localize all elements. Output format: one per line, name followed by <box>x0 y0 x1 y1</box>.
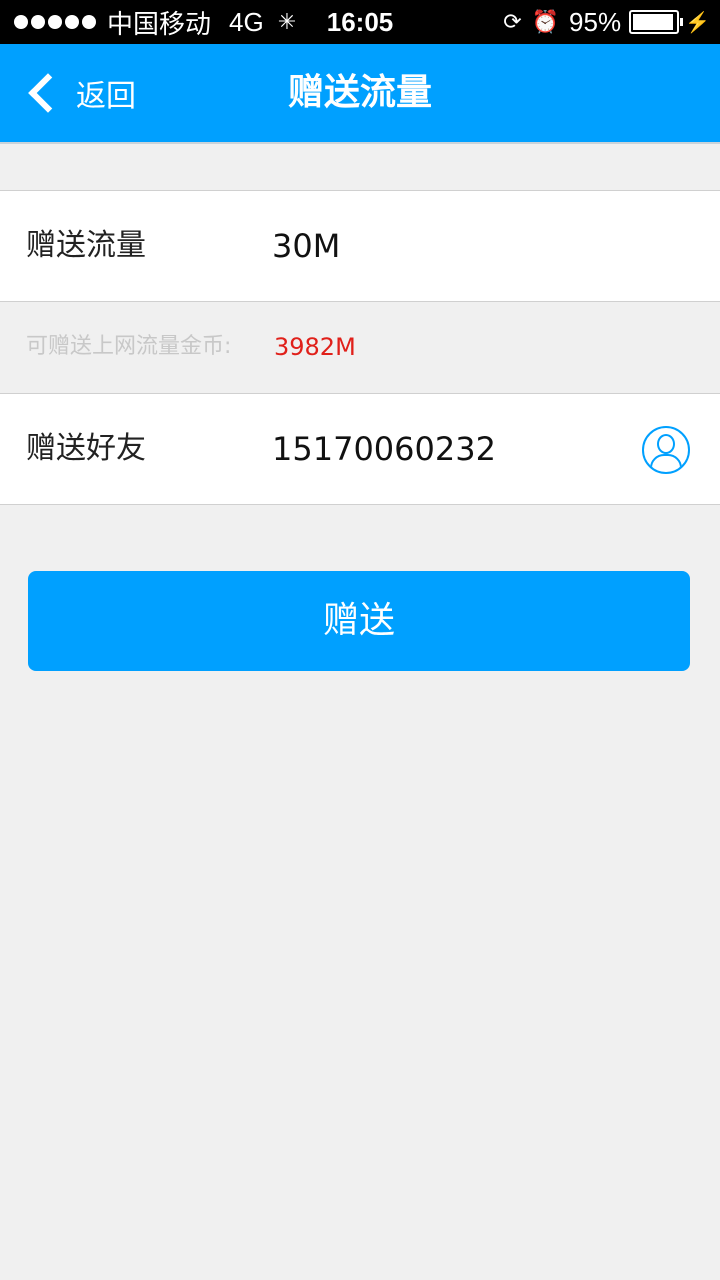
status-bar: 中国移动 4G ✳ 16:05 ⟳ ⏰ 95% ⚡ <box>0 0 720 44</box>
signal-dots-icon <box>14 15 99 29</box>
balance-label: 可赠送上网流量金币: <box>26 334 232 359</box>
activity-spinner-icon: ✳ <box>277 9 297 34</box>
balance-value: 3982M <box>274 333 356 361</box>
amount-label: 赠送流量 <box>26 228 146 263</box>
friend-row[interactable]: 赠送好友 15170060232 <box>0 393 720 505</box>
page-title: 赠送流量 <box>287 72 432 113</box>
network-type: 4G <box>229 6 264 37</box>
friend-label: 赠送好友 <box>26 431 146 466</box>
alarm-icon: ⏰ <box>531 9 560 34</box>
battery-icon <box>629 10 684 34</box>
friend-phone-input[interactable]: 15170060232 <box>272 394 496 504</box>
battery-percent: 95% <box>569 6 622 37</box>
amount-row[interactable]: 赠送流量 30M <box>0 190 720 302</box>
rotation-lock-icon: ⟳ <box>503 9 522 34</box>
give-button[interactable]: 赠送 <box>28 571 690 671</box>
charging-bolt-icon: ⚡ <box>685 11 710 34</box>
carrier-name: 中国移动 <box>107 8 212 39</box>
contact-picker-icon[interactable] <box>642 426 690 474</box>
nav-bar: 返回 赠送流量 <box>0 44 720 144</box>
amount-input[interactable]: 30M <box>272 191 340 301</box>
